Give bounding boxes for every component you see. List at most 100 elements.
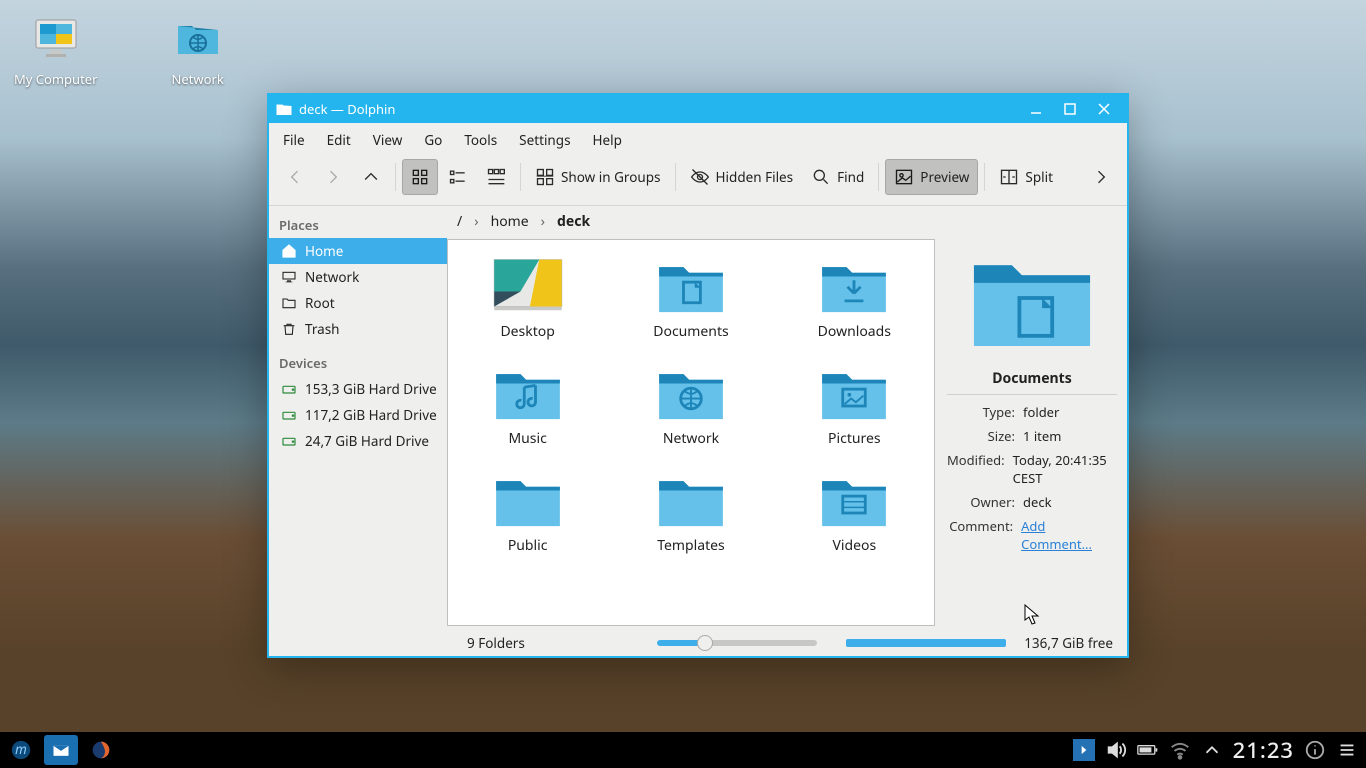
wifi-icon[interactable] <box>1169 739 1191 761</box>
volume-icon[interactable] <box>1105 739 1127 761</box>
separator <box>984 163 985 191</box>
info-title: Documents <box>947 369 1117 388</box>
battery-icon[interactable] <box>1137 739 1159 761</box>
app-icon <box>275 100 293 118</box>
view-compact-button[interactable] <box>440 159 476 195</box>
file-item-public[interactable]: Public <box>468 468 588 555</box>
sidebar-section-devices: Devices <box>269 350 447 376</box>
info-panel-icon <box>947 245 1117 351</box>
tray-expand-icon[interactable] <box>1201 739 1223 761</box>
sidebar-item-label: 24,7 GiB Hard Drive <box>305 432 429 450</box>
file-item-label: Music <box>508 429 546 448</box>
menu-help[interactable]: Help <box>593 131 622 149</box>
sidebar-item-drive-2[interactable]: 117,2 GiB Hard Drive <box>269 402 447 428</box>
free-space-bar <box>846 639 1006 647</box>
up-button[interactable] <box>353 159 389 195</box>
drive-icon <box>281 381 297 397</box>
desktop-icon-label: Network <box>171 70 223 88</box>
file-item-label: Public <box>508 536 548 555</box>
svg-text:m: m <box>15 740 27 758</box>
sidebar-item-root[interactable]: Root <box>269 290 447 316</box>
view-icons-button[interactable] <box>402 159 438 195</box>
file-item-desktop[interactable]: Desktop <box>468 254 588 341</box>
status-item-count: 9 Folders <box>467 634 627 652</box>
sidebar-item-label: 153,3 GiB Hard Drive <box>305 380 437 398</box>
info-type-value: folder <box>1023 403 1059 421</box>
sidebar-item-drive-1[interactable]: 153,3 GiB Hard Drive <box>269 376 447 402</box>
menu-go[interactable]: Go <box>424 131 442 149</box>
titlebar[interactable]: deck — Dolphin <box>269 95 1127 123</box>
file-item-templates[interactable]: Templates <box>631 468 751 555</box>
sidebar-item-label: 117,2 GiB Hard Drive <box>305 406 437 424</box>
file-item-label: Templates <box>657 536 725 555</box>
close-button[interactable] <box>1087 95 1121 123</box>
hidden-files-button[interactable]: Hidden Files <box>682 159 802 195</box>
file-item-label: Documents <box>653 322 728 341</box>
sidebar-item-home[interactable]: Home <box>269 238 447 264</box>
folder-icon <box>281 295 297 311</box>
menu-view[interactable]: View <box>373 131 403 149</box>
chevron-right-icon: › <box>541 212 545 231</box>
file-item-label: Videos <box>832 536 876 555</box>
separator <box>675 163 676 191</box>
zoom-slider[interactable] <box>657 640 817 646</box>
breadcrumb: / › home › deck <box>447 206 1127 239</box>
forward-button[interactable] <box>315 159 351 195</box>
minimize-button[interactable] <box>1019 95 1053 123</box>
separator <box>947 394 1117 395</box>
split-button[interactable]: Split <box>991 159 1061 195</box>
groups-icon <box>535 167 555 187</box>
find-button[interactable]: Find <box>803 159 872 195</box>
chevron-right-icon: › <box>474 212 478 231</box>
preview-button[interactable]: Preview <box>885 159 978 195</box>
file-item-videos[interactable]: Videos <box>794 468 914 555</box>
dolphin-window: deck — Dolphin File Edit View Go Tools S… <box>267 93 1129 658</box>
menu-tray-icon[interactable] <box>1336 739 1358 761</box>
tray-notifier-icon[interactable] <box>1073 739 1095 761</box>
menu-edit[interactable]: Edit <box>327 131 351 149</box>
separator <box>395 163 396 191</box>
taskbar-firefox-button[interactable] <box>84 735 118 765</box>
file-item-network[interactable]: Network <box>631 361 751 448</box>
view-details-button[interactable] <box>478 159 514 195</box>
info-comment-link[interactable]: Add Comment... <box>1021 517 1117 553</box>
breadcrumb-home[interactable]: home <box>491 212 529 231</box>
files-pane[interactable]: Desktop Documents Downloads Music Network Pic… <box>447 239 935 626</box>
info-tray-icon[interactable] <box>1304 739 1326 761</box>
show-in-groups-label: Show in Groups <box>561 168 661 186</box>
menu-settings[interactable]: Settings <box>519 131 570 149</box>
sidebar-item-drive-3[interactable]: 24,7 GiB Hard Drive <box>269 428 447 454</box>
menu-file[interactable]: File <box>283 131 305 149</box>
menu-tools[interactable]: Tools <box>464 131 497 149</box>
desktop-icon-my-computer[interactable]: My Computer <box>14 14 97 88</box>
sidebar-item-network[interactable]: Network <box>269 264 447 290</box>
hidden-files-icon <box>690 167 710 187</box>
toolbar-overflow-button[interactable] <box>1083 159 1119 195</box>
desktop-icon-label: My Computer <box>14 70 97 88</box>
show-in-groups-button[interactable]: Show in Groups <box>527 159 669 195</box>
sidebar-item-label: Network <box>305 268 359 286</box>
file-item-label: Downloads <box>818 322 891 341</box>
sidebar-item-label: Root <box>305 294 335 312</box>
separator <box>878 163 879 191</box>
trash-icon <box>281 321 297 337</box>
split-label: Split <box>1025 168 1053 186</box>
sidebar: Places Home Network Root Trash Devices 1… <box>269 206 447 632</box>
taskbar-clock[interactable]: 21:23 <box>1233 735 1294 765</box>
file-item-downloads[interactable]: Downloads <box>794 254 914 341</box>
file-item-music[interactable]: Music <box>468 361 588 448</box>
file-item-documents[interactable]: Documents <box>631 254 751 341</box>
breadcrumb-root[interactable]: / <box>457 212 462 231</box>
back-button[interactable] <box>277 159 313 195</box>
file-item-label: Desktop <box>500 322 554 341</box>
taskbar-dolphin-button[interactable] <box>44 735 78 765</box>
app-launcher-button[interactable]: m <box>4 735 38 765</box>
network-icon <box>281 269 297 285</box>
info-comment-label: Comment: <box>947 517 1013 553</box>
breadcrumb-current[interactable]: deck <box>557 212 590 231</box>
file-item-pictures[interactable]: Pictures <box>794 361 914 448</box>
maximize-button[interactable] <box>1053 95 1087 123</box>
sidebar-item-trash[interactable]: Trash <box>269 316 447 342</box>
desktop-icon-network[interactable]: Network <box>171 14 223 88</box>
search-icon <box>811 167 831 187</box>
